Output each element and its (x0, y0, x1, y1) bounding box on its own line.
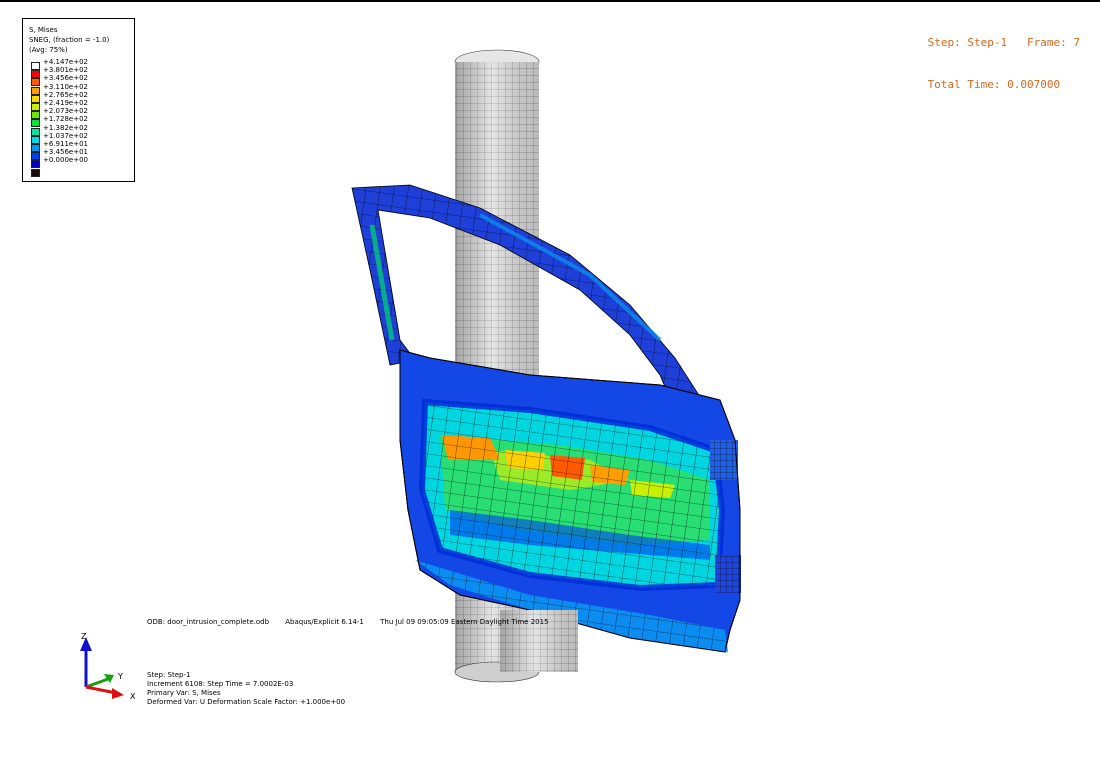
triad-z-label: Z (81, 632, 87, 641)
odb-file: ODB: door_intrusion_complete.odb (147, 618, 270, 626)
legend-swatch (31, 127, 40, 136)
legend-swatch (31, 144, 40, 152)
viewport-top-border (0, 0, 1100, 2)
legend-swatch (31, 152, 40, 161)
legend-swatch (31, 168, 40, 177)
view-triad: Z Y X (80, 632, 136, 701)
triad-y-axis (85, 677, 109, 689)
status-block: Step: Step-1 Increment 6108: Step Time =… (147, 671, 345, 707)
legend-swatch (31, 160, 40, 169)
legend-subtitle: SNEG, (fraction = -1.0) (29, 36, 110, 44)
solver-version: Abaqus/Explicit 6.14-1 (285, 618, 364, 626)
legend-swatch (31, 103, 40, 111)
triad-x-axis (85, 685, 117, 695)
status-deformed-var: Deformed Var: U Deformation Scale Factor… (147, 698, 346, 706)
triad-x-arrow (112, 688, 124, 699)
legend-swatch (31, 86, 40, 95)
legend-swatch (31, 70, 40, 79)
legend-avg: (Avg: 75%) (29, 46, 68, 54)
step-info: Step: Step-1 Frame: 7 Total Time: 0.0070… (928, 8, 1080, 106)
door-panel (399, 349, 741, 653)
contour-legend: S, Mises SNEG, (fraction = -1.0) (Avg: 7… (22, 18, 135, 182)
status-primary-var: Primary Var: S, Mises (147, 689, 221, 697)
model-viewport[interactable] (330, 40, 770, 690)
legend-swatch (31, 62, 40, 70)
legend-swatch (31, 111, 40, 120)
triad-x-label: X (130, 692, 136, 701)
legend-swatch (31, 94, 40, 103)
step-label: Step: Step-1 (927, 36, 1008, 49)
odb-info-line: ODB: door_intrusion_complete.odb Abaqus/… (147, 618, 563, 626)
status-step: Step: Step-1 (147, 671, 191, 679)
legend-value: +0.000e+00 (43, 156, 88, 165)
total-time-label: Total Time: 0.007000 (927, 78, 1061, 91)
legend-swatch (31, 119, 40, 128)
legend-swatch (31, 135, 40, 144)
status-increment: Increment 6108: Step Time = 7.0002E-03 (147, 680, 294, 688)
frame-label: Frame: 7 (1027, 36, 1080, 49)
odb-date: Thu Jul 09 09:05:09 Eastern Daylight Tim… (380, 618, 549, 626)
legend-title: S, Mises (29, 26, 58, 34)
triad-y-label: Y (117, 672, 123, 681)
legend-swatch (31, 78, 40, 87)
